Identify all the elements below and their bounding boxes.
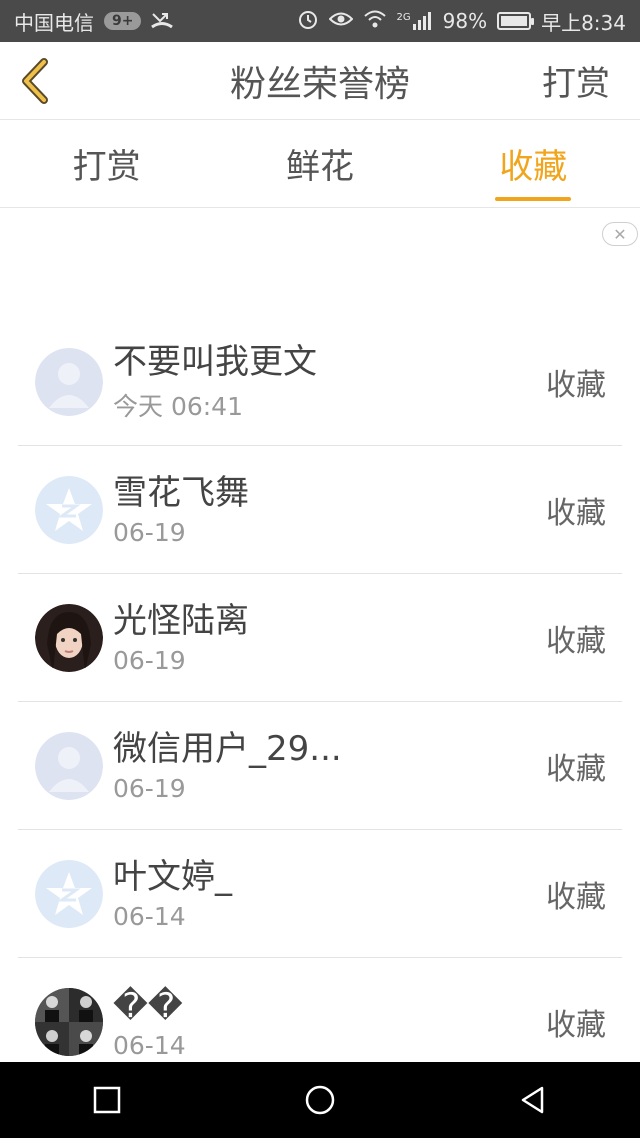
timestamp: 06-19: [113, 774, 186, 803]
back-button[interactable]: [0, 42, 70, 120]
action-label: 收藏: [546, 751, 606, 787]
user-name: 微信用户_29...: [113, 729, 342, 769]
avatar[interactable]: [35, 988, 103, 1056]
timestamp: 06-19: [113, 646, 186, 675]
user-name: 雪花飞舞: [113, 473, 249, 513]
action-label: 收藏: [546, 367, 606, 403]
user-name: 叶文婷_: [113, 857, 232, 897]
tab-reward[interactable]: 打赏: [0, 120, 213, 207]
action-label: 收藏: [546, 623, 606, 659]
triangle-back-icon: [522, 1086, 544, 1114]
wifi-icon: [363, 9, 387, 34]
home-button[interactable]: [290, 1070, 350, 1130]
action-label: 收藏: [546, 495, 606, 531]
alarm-icon: [297, 8, 319, 35]
eye-icon: [328, 9, 353, 33]
action-label: 收藏: [546, 879, 606, 915]
list-item[interactable]: 微信用户_29... 06-19 收藏: [18, 702, 622, 830]
user-name: 不要叫我更文: [113, 341, 317, 382]
carrier-label: 中国电信: [14, 10, 94, 35]
notification-badge: 9+: [104, 12, 142, 30]
list-item[interactable]: 光怪陆离 06-19 收藏: [18, 574, 622, 702]
user-name: ��: [113, 985, 183, 1026]
network-type: 2G: [396, 12, 411, 23]
user-name: 光怪陆离: [113, 601, 249, 641]
tab-bar: 打赏 鲜花 收藏: [0, 120, 640, 208]
list-item[interactable]: 雪花飞舞 06-19 收藏: [18, 446, 622, 574]
avatar[interactable]: [35, 347, 103, 416]
battery-icon: [497, 12, 535, 30]
missed-call-icon: [151, 10, 174, 33]
avatar[interactable]: [35, 475, 103, 544]
tab-favorites[interactable]: 收藏: [427, 120, 640, 207]
list-item[interactable]: 叶文婷_ 06-14 收藏: [18, 830, 622, 958]
tab-flowers[interactable]: 鲜花: [213, 120, 426, 207]
status-bar: 中国电信 9+ 2G 98% 早上8:34: [0, 0, 640, 42]
avatar[interactable]: [35, 603, 103, 672]
recents-button[interactable]: [77, 1070, 137, 1130]
avatar[interactable]: [35, 731, 103, 800]
system-nav-bar: [0, 1062, 640, 1138]
action-label: 收藏: [546, 1008, 606, 1043]
close-ad-button[interactable]: ✕: [602, 222, 638, 246]
list-item[interactable]: 不要叫我更文 今天 06:41 收藏: [18, 318, 622, 446]
clock: 早上8:34: [541, 10, 626, 35]
fan-list: 不要叫我更文 今天 06:41 收藏 雪花飞舞 06-19 收藏 光怪陆离 06…: [0, 318, 640, 1086]
chevron-left-icon: [22, 57, 48, 104]
timestamp: 06-14: [113, 1030, 186, 1060]
title-bar: 粉丝荣誉榜 打赏: [0, 42, 640, 120]
ad-banner: ✕: [0, 208, 640, 318]
back-nav-button[interactable]: [503, 1070, 563, 1130]
timestamp: 06-14: [113, 902, 186, 931]
reward-button[interactable]: 打赏: [542, 56, 640, 105]
battery-percent: 98%: [442, 9, 488, 33]
close-icon: ✕: [613, 224, 627, 244]
timestamp: 06-19: [113, 518, 186, 547]
avatar[interactable]: [35, 859, 103, 928]
timestamp: 今天 06:41: [113, 391, 243, 421]
qq-star-icon: [35, 859, 103, 928]
square-icon: [93, 1086, 120, 1114]
circle-icon: [305, 1085, 335, 1115]
signal-icon: 2G: [397, 12, 433, 30]
qq-star-icon: [35, 475, 103, 544]
